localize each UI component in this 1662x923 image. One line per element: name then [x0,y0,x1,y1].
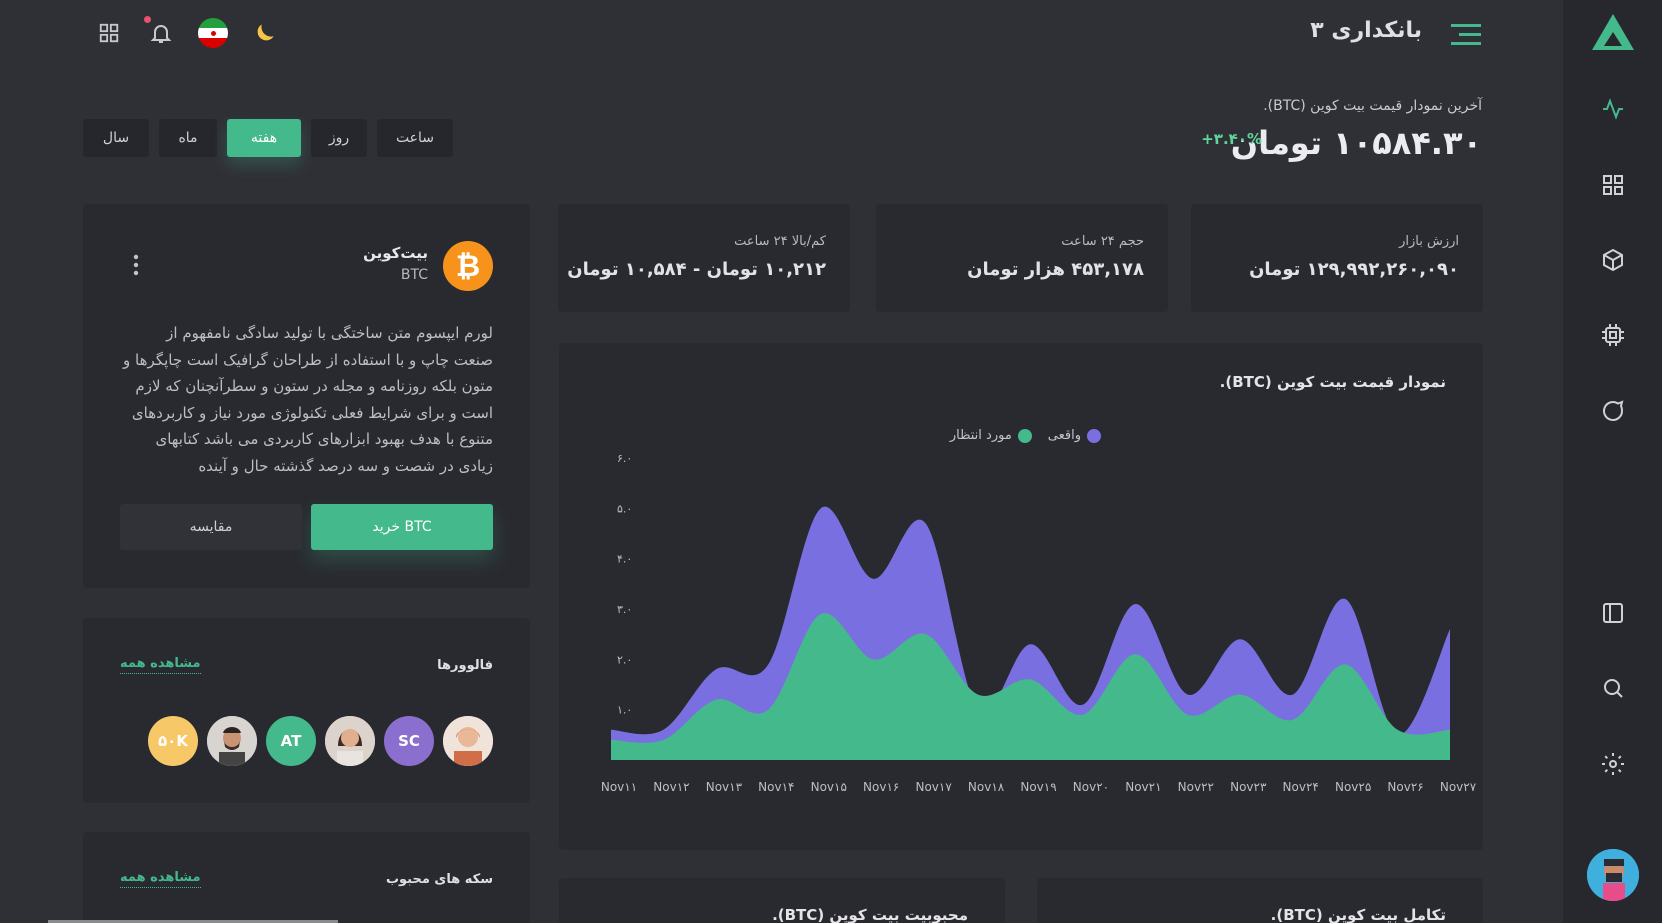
coin-symbol: BTC [400,267,428,283]
x-tick-label: Nov۱۵ [811,780,847,794]
sidebar-toggle-icon[interactable] [1598,598,1628,628]
tab-day[interactable]: روز [311,119,367,157]
followers-see-all-link[interactable]: مشاهده همه [120,656,201,674]
favorites-title: سکه های محبوب [385,872,493,887]
y-tick-label: ۴.۰ [617,553,632,566]
favorites-see-all-link[interactable]: مشاهده همه [120,870,201,888]
followers-card: فالوورها مشاهده همه SC AT ۵۰K [83,618,530,803]
bell-icon[interactable] [144,16,176,48]
x-tick-label: Nov۱۸ [968,780,1005,794]
x-tick-label: Nov۲۰ [1073,780,1109,794]
logo-icon[interactable] [1590,12,1636,52]
iran-flag-icon[interactable] [198,18,228,48]
y-tick-label: ۱.۰ [617,704,632,717]
buy-btc-button[interactable]: خرید BTC [311,504,493,550]
tab-hour[interactable]: ساعت [377,119,453,157]
followers-count-badge[interactable]: ۵۰K [148,716,198,766]
tab-month[interactable]: ماه [159,119,217,157]
coin-name: بیت‌کوین [363,244,428,262]
chat-icon[interactable] [1598,396,1628,426]
x-tick-label: Nov۲۴ [1283,780,1319,794]
stat-card-low-high: کم/بالا ۲۴ ساعت ۱۰,۲۱۲ تومان - ۱۰,۵۸۴ تو… [558,204,850,312]
x-tick-label: Nov۲۱ [1125,780,1161,794]
x-tick-label: Nov۱۹ [1020,780,1056,794]
y-tick-label: ۶.۰ [617,452,632,465]
user-avatar[interactable] [1586,849,1639,901]
follower-avatar[interactable] [325,716,375,766]
menu-icon[interactable] [1451,22,1481,48]
price-value: ۱۰۵۸۴.۳۰ تومان [1230,124,1482,162]
grid-icon[interactable] [1598,170,1628,200]
popularity-card: محبوبیت بیت کوین (BTC). [559,878,1005,923]
more-options-icon[interactable] [133,254,139,276]
activity-icon[interactable] [1598,94,1628,124]
x-tick-label: Nov۲۶ [1387,780,1423,794]
tab-week[interactable]: هفته [227,119,301,157]
notification-dot [144,16,151,23]
y-tick-label: ۳.۰ [617,603,632,616]
top-toolbar [94,16,280,48]
evolution-card: تکامل بیت کوین (BTC). [1037,878,1483,923]
apps-icon[interactable] [94,18,124,48]
gear-icon[interactable] [1598,749,1628,779]
followers-title: فالوورها [437,658,493,673]
x-tick-label: Nov۲۷ [1440,780,1477,794]
x-tick-label: Nov۱۴ [758,780,794,794]
followers-list: SC AT ۵۰K [148,716,493,766]
stat-label: کم/بالا ۲۴ ساعت [734,234,826,249]
coin-info-card: ₿ بیت‌کوین BTC لورم ایپسوم متن ساختگی با… [83,204,530,588]
follower-avatar[interactable] [207,716,257,766]
y-tick-label: ۲.۰ [617,653,632,666]
evolution-title: تکامل بیت کوین (BTC). [1270,906,1446,923]
sidebar [1563,0,1662,923]
bitcoin-icon: ₿ [443,241,493,291]
price-change: +۳.۴۰% [1201,130,1262,148]
page-title: بانکداری ۳ [1310,18,1422,43]
price-subtitle: آخرین نمودار قیمت بیت کوین (BTC). [1263,98,1482,114]
tab-year[interactable]: سال [83,119,149,157]
x-tick-label: Nov۱۲ [653,780,689,794]
stat-value: ۴۵۳,۱۷۸ هزار تومان [967,259,1144,280]
btc-price-chart-card: نمودار قیمت بیت کوین (BTC). مورد انتظار … [559,343,1483,850]
coin-description: لورم ایپسوم متن ساختگی با تولید سادگی نا… [123,324,493,475]
moon-icon[interactable] [250,18,280,48]
popularity-title: محبوبیت بیت کوین (BTC). [772,906,968,923]
x-tick-label: Nov۲۳ [1230,780,1267,794]
y-tick-label: ۵.۰ [617,502,632,515]
box-icon[interactable] [1598,245,1628,275]
x-tick-label: Nov۱۳ [706,780,743,794]
x-tick-label: Nov۲۲ [1178,780,1214,794]
stat-card-volume: حجم ۲۴ ساعت ۴۵۳,۱۷۸ هزار تومان [876,204,1168,312]
stat-label: ارزش بازار [1399,234,1459,249]
follower-initials[interactable]: SC [384,716,434,766]
follower-avatar[interactable] [443,716,493,766]
x-tick-label: Nov۲۵ [1335,780,1371,794]
x-tick-label: Nov۱۷ [915,780,952,794]
time-range-tabs: سال ماه هفته روز ساعت [83,119,453,157]
follower-initials[interactable]: AT [266,716,316,766]
cpu-icon[interactable] [1598,320,1628,350]
stat-value: ۱۰,۲۱۲ تومان - ۱۰,۵۸۴ تومان [567,259,826,280]
favorite-coins-card: سکه های محبوب مشاهده همه [83,832,530,923]
stat-value: ۱۲۹,۹۹۲,۲۶۰,۰۹۰ تومان [1249,259,1459,280]
compare-button[interactable]: مقایسه [120,504,302,550]
stat-card-market-cap: ارزش بازار ۱۲۹,۹۹۲,۲۶۰,۰۹۰ تومان [1191,204,1483,312]
stat-label: حجم ۲۴ ساعت [1061,234,1144,249]
search-icon[interactable] [1598,673,1628,703]
x-tick-label: Nov۱۶ [863,780,899,794]
x-tick-label: Nov۱۱ [601,780,637,794]
price-area-chart: ۱.۰ ۲.۰ ۳.۰ ۴.۰ ۵.۰ ۶.۰ Nov۱۱ Nov۱۲ Nov۱۳ Nov۱۴ No… [601,452,1477,794]
